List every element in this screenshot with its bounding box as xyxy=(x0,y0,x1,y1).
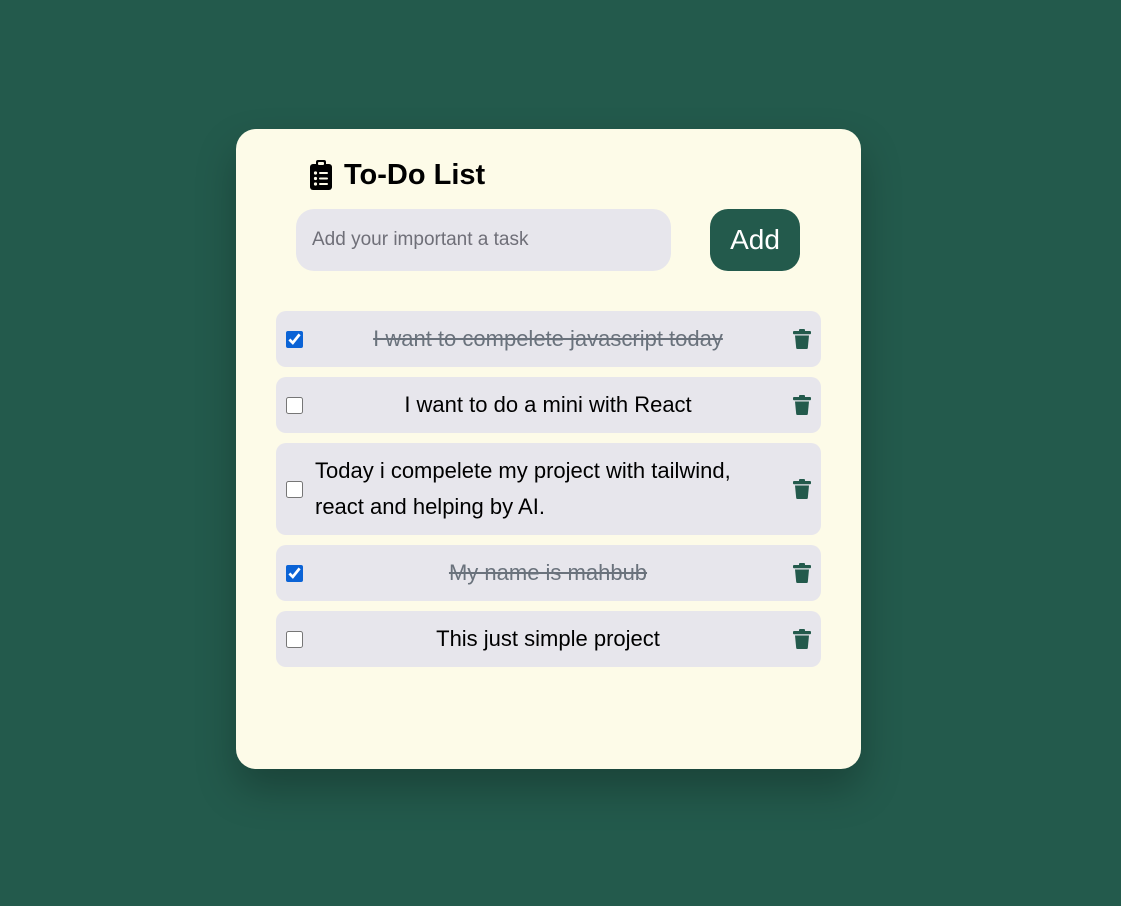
task-checkbox[interactable] xyxy=(286,480,303,498)
task-item: This just simple project xyxy=(276,611,821,667)
page-title: To-Do List xyxy=(344,159,486,191)
trash-icon[interactable] xyxy=(793,563,811,583)
trash-icon[interactable] xyxy=(793,329,811,349)
task-text: I want to compelete javascript today xyxy=(373,326,723,351)
header: To-Do List xyxy=(310,159,485,191)
trash-icon[interactable] xyxy=(793,629,811,649)
task-checkbox[interactable] xyxy=(286,330,303,348)
task-item: Today i compelete my project with tailwi… xyxy=(276,443,821,535)
task-item: I want to compelete javascript today xyxy=(276,311,821,367)
task-list: I want to compelete javascript today I wa… xyxy=(276,311,821,677)
task-item: My name is mahbub xyxy=(276,545,821,601)
task-checkbox[interactable] xyxy=(286,564,303,582)
task-text: This just simple project xyxy=(436,626,660,651)
clipboard-list-icon xyxy=(310,160,332,190)
task-checkbox[interactable] xyxy=(286,396,303,414)
add-task-button[interactable]: Add xyxy=(710,209,800,271)
task-item: I want to do a mini with React xyxy=(276,377,821,433)
trash-icon[interactable] xyxy=(793,395,811,415)
task-input[interactable] xyxy=(296,209,671,271)
task-text: My name is mahbub xyxy=(448,560,648,585)
trash-icon[interactable] xyxy=(793,479,811,499)
task-text: Today i compelete my project with tailwi… xyxy=(315,458,731,519)
task-checkbox[interactable] xyxy=(286,630,303,648)
todo-card: To-Do List Add I want to compelete javas… xyxy=(236,129,861,769)
task-text: I want to do a mini with React xyxy=(404,392,692,417)
